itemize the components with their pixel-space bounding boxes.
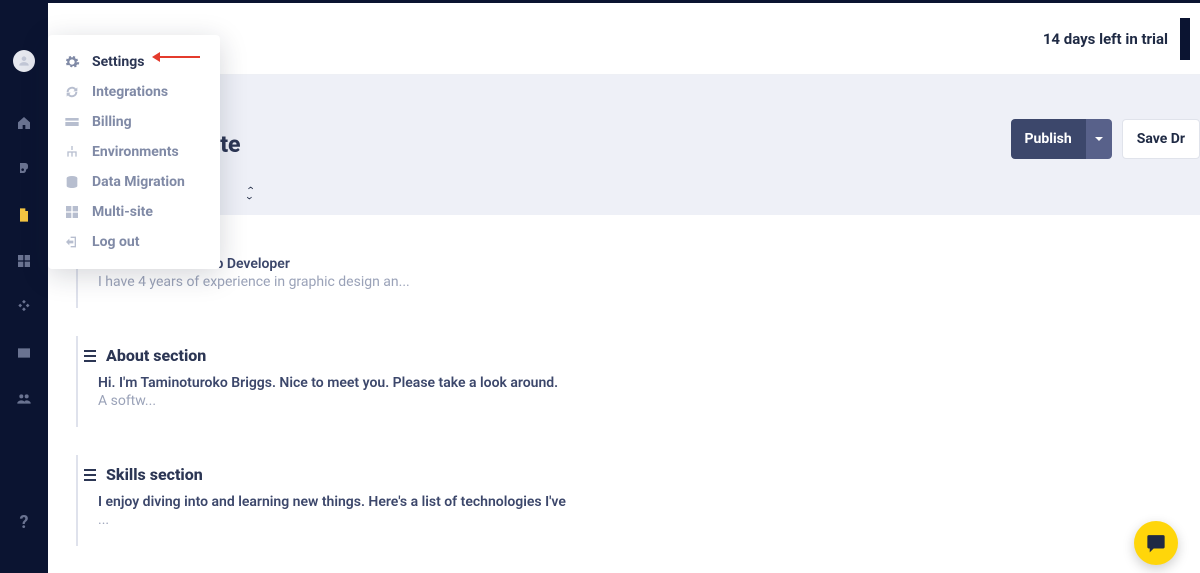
section-line1: I'm a Full Stack Web Developer <box>98 256 1200 272</box>
drag-handle-icon[interactable] <box>84 469 96 481</box>
dropdown-item-data-migration[interactable]: Data Migration <box>48 167 220 197</box>
dropdown-label: Environments <box>92 144 179 160</box>
section-title: Skills section <box>106 465 203 484</box>
trial-bar: 14 days left in trial <box>48 3 1200 75</box>
dropdown-label: Billing <box>92 114 132 130</box>
nav-grid-icon[interactable] <box>14 251 34 271</box>
avatar[interactable] <box>13 50 35 72</box>
dropdown-label: Log out <box>92 234 139 250</box>
switch-chevrons-icon[interactable] <box>248 185 262 199</box>
section-line2: I have 4 years of experience in graphic … <box>98 274 1200 290</box>
grid-icon <box>64 204 80 220</box>
section-title: About section <box>106 346 206 365</box>
section-line2: A softw... <box>98 393 1200 409</box>
logout-icon <box>64 234 80 250</box>
save-draft-button[interactable]: Save Dr <box>1122 119 1200 159</box>
dropdown-label: Integrations <box>92 84 168 100</box>
dropdown-item-multisite[interactable]: Multi-site <box>48 197 220 227</box>
section-card[interactable]: Landing section I'm a Full Stack Web Dev… <box>76 215 1200 308</box>
section-line2: ... <box>98 512 1200 528</box>
dropdown-item-billing[interactable]: Billing <box>48 107 220 137</box>
nav-pages-icon[interactable] <box>14 205 34 225</box>
gear-icon <box>64 54 80 70</box>
dropdown-label: Settings <box>92 54 144 70</box>
user-dropdown-menu: Settings Integrations Billing Environmen… <box>48 35 220 269</box>
nav-blog-icon[interactable] <box>14 159 34 179</box>
card-icon <box>64 114 80 130</box>
intercom-launcher[interactable] <box>1134 521 1178 565</box>
sidebar: ? <box>0 3 48 573</box>
dropdown-item-logout[interactable]: Log out <box>48 227 220 257</box>
section-card[interactable]: About section Hi. I'm Taminoturoko Brigg… <box>76 336 1200 427</box>
trial-cta-edge[interactable] <box>1180 18 1190 60</box>
sync-icon <box>64 84 80 100</box>
annotation-arrow-line <box>158 56 200 58</box>
dropdown-label: Multi-site <box>92 204 153 220</box>
dropdown-label: Data Migration <box>92 174 185 190</box>
content-area: Landing section I'm a Full Stack Web Dev… <box>48 215 1200 573</box>
drag-handle-icon[interactable] <box>84 350 96 362</box>
tree-icon <box>64 144 80 160</box>
section-line1: I enjoy diving into and learning new thi… <box>98 494 1200 510</box>
page-header: ite Publish Save Dr <box>48 75 1200 215</box>
publish-button[interactable]: Publish <box>1011 119 1086 159</box>
dropdown-item-settings[interactable]: Settings <box>48 47 220 77</box>
nav-modules-icon[interactable] <box>14 297 34 317</box>
publish-dropdown-button[interactable] <box>1086 119 1112 159</box>
dropdown-item-integrations[interactable]: Integrations <box>48 77 220 107</box>
help-icon[interactable]: ? <box>20 512 29 533</box>
nav-media-icon[interactable] <box>14 343 34 363</box>
dropdown-item-environments[interactable]: Environments <box>48 137 220 167</box>
section-card[interactable]: Skills section I enjoy diving into and l… <box>76 455 1200 546</box>
nav-team-icon[interactable] <box>14 389 34 409</box>
publish-button-group: Publish <box>1011 119 1112 159</box>
nav-home-icon[interactable] <box>14 113 34 133</box>
database-icon <box>64 174 80 190</box>
section-line1: Hi. I'm Taminoturoko Briggs. Nice to mee… <box>98 375 1200 391</box>
trial-text: 14 days left in trial <box>1043 30 1168 48</box>
annotation-arrow-head <box>152 52 160 62</box>
